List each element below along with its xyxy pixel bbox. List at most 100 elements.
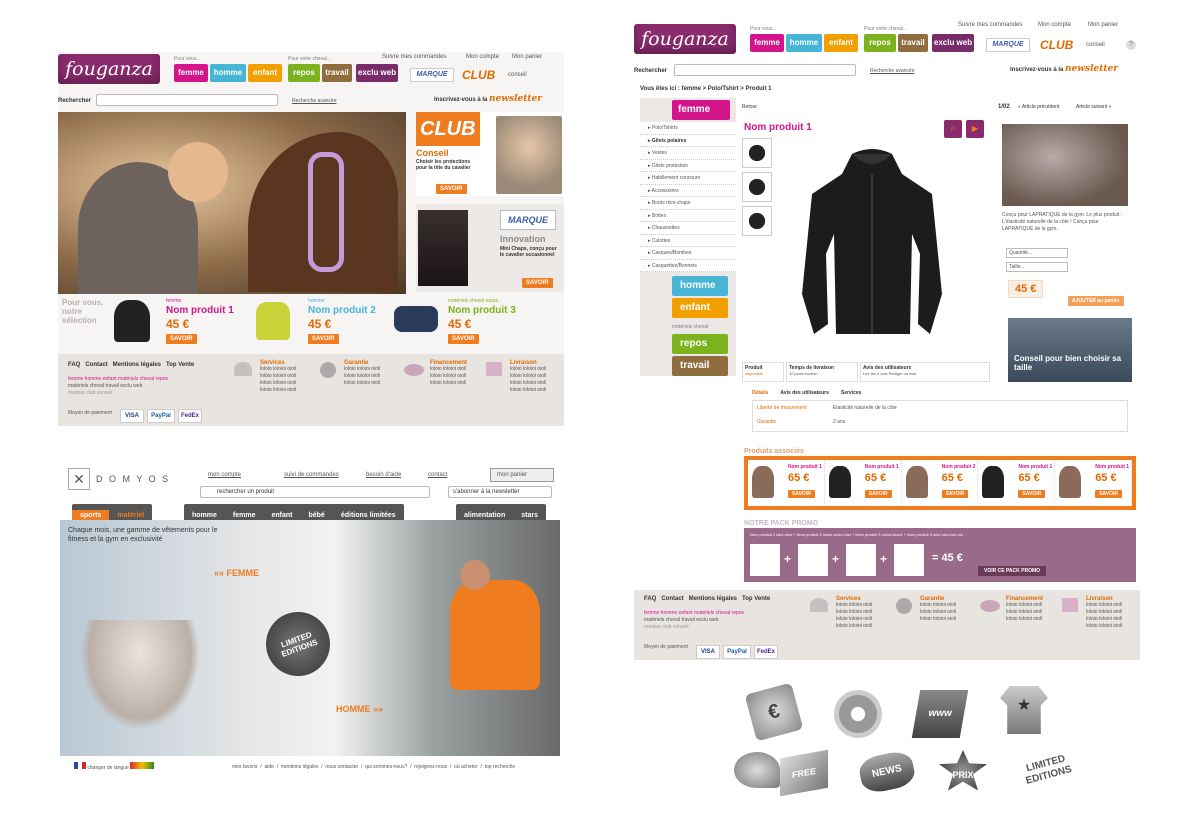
sidebar-item[interactable]: Polo/Tshirts <box>640 122 736 135</box>
nav-homme[interactable]: homme <box>210 64 246 82</box>
sidebar-item[interactable]: Boots mini-chaps <box>640 197 736 210</box>
savoir-button[interactable]: SAVOIR <box>522 278 553 288</box>
pack-item[interactable] <box>894 544 924 576</box>
nav-homme[interactable]: homme <box>786 34 822 52</box>
video-icon[interactable]: ▶ <box>966 120 984 138</box>
sidebar-item[interactable]: Chaussettes <box>640 222 736 235</box>
search-input[interactable] <box>96 94 278 106</box>
savoir-button[interactable]: SAVOIR <box>1095 490 1122 498</box>
marque-badge[interactable]: MARQUE <box>986 38 1030 52</box>
savoir-button[interactable]: SAVOIR <box>166 334 197 344</box>
club-badge[interactable]: CLUB <box>462 68 495 82</box>
size-select[interactable]: Taille... <box>1006 262 1068 272</box>
link-compte[interactable]: Mon compte <box>466 54 499 60</box>
nav-travail[interactable]: travail <box>898 34 928 52</box>
sidebar-item[interactable]: Habillement concours <box>640 172 736 185</box>
associated-product[interactable]: Nom produit 1 65 € SAVOIR <box>978 460 1056 506</box>
conseil-link[interactable]: conseil <box>508 72 527 78</box>
domyos-footer-links[interactable]: mes favoris / aide / mentions légales / … <box>232 764 515 770</box>
search-input[interactable] <box>674 64 856 76</box>
savoir-button[interactable]: SAVOIR <box>864 490 892 498</box>
fouganza-logo[interactable]: fouganza <box>634 24 736 54</box>
club-badge[interactable]: CLUB <box>1040 38 1073 52</box>
nav-exclu-web[interactable]: exclu web <box>356 64 398 82</box>
nav-enfant[interactable]: enfant <box>824 34 858 52</box>
link-aide[interactable]: besoin d'aide <box>366 472 401 478</box>
savoir-button[interactable]: SAVOIR <box>308 334 339 344</box>
sidebar-item[interactable]: Accessoires <box>640 185 736 197</box>
domyos-logo[interactable]: D O M Y O S <box>96 474 170 484</box>
sidebar-tab-femme[interactable]: femme <box>672 100 730 120</box>
femme-link[interactable]: «« FEMME <box>214 568 259 578</box>
sidebar-item[interactable]: Bottes <box>640 210 736 222</box>
associated-product[interactable]: Nom produit 1 65 € SAVOIR <box>825 460 902 506</box>
prev-link[interactable]: « Article précédent <box>1018 104 1059 110</box>
link-commandes[interactable]: Suivre mes commandes <box>958 22 1022 28</box>
tab-details[interactable]: Détails <box>752 390 768 396</box>
help-icon[interactable]: ? <box>1126 40 1136 50</box>
pack-item[interactable] <box>846 544 876 576</box>
add-to-cart-button[interactable]: AJOUTER au panier <box>1068 296 1124 306</box>
link-commandes[interactable]: Suivre mes commandes <box>382 54 446 60</box>
nav-exclu-web[interactable]: exclu web <box>932 34 974 52</box>
newsletter-link[interactable]: Inscrivez-vous à la newsletter <box>1010 64 1118 74</box>
marque-promo[interactable]: MARQUE Innovation Mini Chaps, conçu pour… <box>416 204 564 292</box>
thumb[interactable] <box>742 138 772 168</box>
sidebar-item[interactable]: Casquettes/Bonnets <box>640 260 736 272</box>
quantity-select[interactable]: Quantité... <box>1006 248 1068 258</box>
thumb[interactable] <box>742 206 772 236</box>
cart-button[interactable]: mon panier <box>490 468 554 482</box>
newsletter-link[interactable]: Inscrivez-vous à la newsletter <box>434 94 542 104</box>
breadcrumb[interactable]: Vous êtes ici : femme > Polo/Tshirt > Pr… <box>640 86 771 92</box>
advanced-search-link[interactable]: Recherche avancée <box>870 68 914 74</box>
link-panier[interactable]: Mon panier <box>512 54 542 60</box>
domyos-newsletter-input[interactable]: s'abonner à la newsletter <box>448 486 552 498</box>
advanced-search-link[interactable]: Recherche avancée <box>292 98 336 104</box>
tab-avis[interactable]: Avis des utilisateurs <box>780 390 828 396</box>
sidebar-tab-homme[interactable]: homme <box>672 276 728 296</box>
pack-item[interactable] <box>750 544 780 576</box>
nav-femme[interactable]: femme <box>750 34 784 52</box>
nav-repos[interactable]: repos <box>864 34 896 52</box>
domyos-search-input[interactable]: rechercher un produit <box>200 486 430 498</box>
side-photo[interactable] <box>1002 124 1128 206</box>
associated-product[interactable]: Nom produit 2 65 € SAVOIR <box>902 460 979 506</box>
link-suivi[interactable]: suivi de commandes <box>284 472 339 478</box>
domyos-hero[interactable]: Chaque mois, une gamme de vêtements pour… <box>60 520 560 756</box>
nav-repos[interactable]: repos <box>288 64 320 82</box>
sidebar-item[interactable]: Gilets protection <box>640 160 736 172</box>
conseil-banner[interactable]: Conseil pour bien choisir sa taille <box>1008 318 1132 382</box>
link-contact[interactable]: contact <box>428 472 447 478</box>
product-card[interactable]: matériels cheval repos Nom produit 3 45 … <box>392 296 552 346</box>
sidebar-tab-enfant[interactable]: enfant <box>672 298 728 318</box>
product-card[interactable]: femme Nom produit 1 45 € SAVOIR <box>112 296 242 346</box>
associated-product[interactable]: Nom produit 1 65 € SAVOIR <box>748 460 825 506</box>
nav-travail[interactable]: travail <box>322 64 352 82</box>
sidebar-item[interactable]: Culottes <box>640 235 736 247</box>
tab-services[interactable]: Services <box>841 390 862 396</box>
homme-link[interactable]: HOMME »» <box>336 704 383 714</box>
retour-link[interactable]: Retour <box>742 104 757 110</box>
voir-pack-button[interactable]: VOIR CE PACK PROMO <box>978 566 1047 576</box>
jacket-image[interactable] <box>792 144 952 344</box>
sidebar-item[interactable]: Casques/Bombes <box>640 247 736 260</box>
savoir-button[interactable]: SAVOIR <box>436 184 467 194</box>
pack-item[interactable] <box>798 544 828 576</box>
thumb[interactable] <box>742 172 772 202</box>
savoir-button[interactable]: SAVOIR <box>941 490 969 498</box>
savoir-button[interactable]: SAVOIR <box>1018 490 1046 498</box>
sidebar-item[interactable]: Vestes <box>640 147 736 160</box>
sidebar-tab-repos[interactable]: repos <box>672 334 728 354</box>
hero-image[interactable] <box>58 112 406 294</box>
link-compte[interactable]: Mon compte <box>1038 22 1071 28</box>
fouganza-logo[interactable]: fouganza <box>58 54 160 84</box>
link-panier[interactable]: Mon panier <box>1088 22 1118 28</box>
domyos-logo-icon[interactable]: ✕ <box>68 468 90 490</box>
sidebar-item[interactable]: Gilets polaires <box>640 135 736 147</box>
sidebar-tab-travail[interactable]: travail <box>672 356 728 376</box>
savoir-button[interactable]: SAVOIR <box>788 490 815 498</box>
conseil-link[interactable]: conseil <box>1086 42 1105 48</box>
nav-femme[interactable]: femme <box>174 64 208 82</box>
marque-badge[interactable]: MARQUE <box>410 68 454 82</box>
club-promo[interactable]: CLUB Conseil Choisir les protections pou… <box>416 112 564 196</box>
